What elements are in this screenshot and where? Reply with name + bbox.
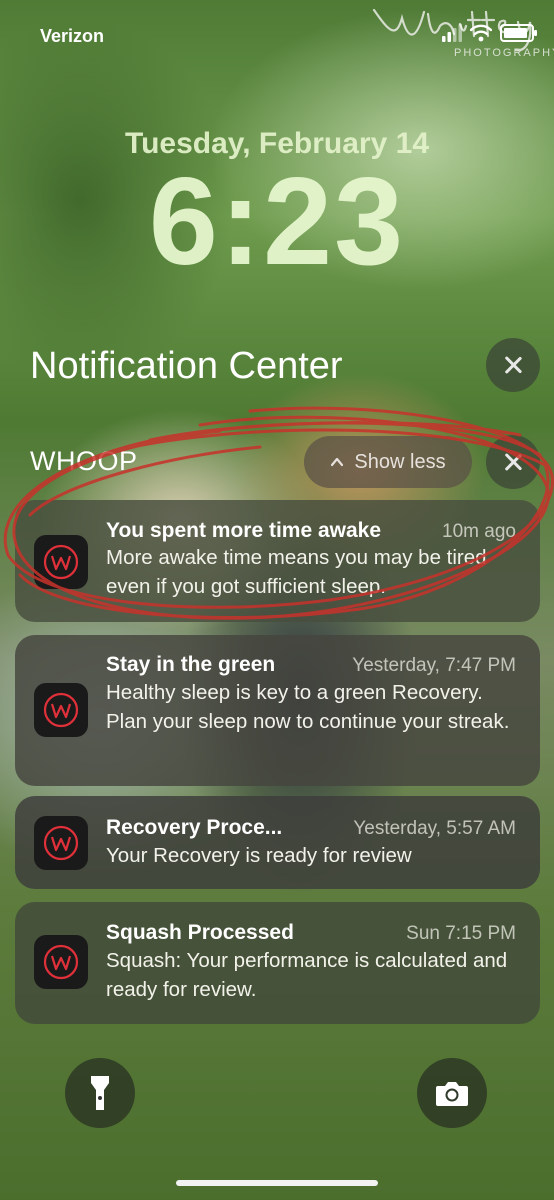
notification-title: You spent more time awake [106,519,382,542]
notification-center-title: Notification Center [30,345,343,387]
notification-time: Sun 7:15 PM [406,923,516,944]
camera-icon [436,1082,468,1106]
notification-card[interactable]: Squash Processed Sun 7:15 PM Squash: You… [15,902,540,1024]
wifi-icon [470,24,492,42]
notification-time: Yesterday, 5:57 AM [353,818,516,839]
notification-body: Squash: Your performance is calculated a… [106,949,508,1001]
notification-body: Healthy sleep is key to a green Recovery… [106,681,510,733]
show-less-label: Show less [354,450,446,473]
notification-time: Yesterday, 7:47 PM [352,655,516,676]
notification-title: Recovery Proce... [106,816,283,839]
whoop-app-icon [34,683,88,737]
close-icon [504,356,522,374]
show-less-button[interactable]: Show less [304,436,472,488]
whoop-app-icon [34,935,88,989]
clear-group-button[interactable] [486,435,540,489]
whoop-app-icon [34,816,88,870]
notification-time: 10m ago [442,521,516,542]
notification-card[interactable]: Recovery Proce... Yesterday, 5:57 AM You… [15,796,540,889]
signal-icon [442,24,462,42]
carrier-label: Verizon [40,26,105,46]
flashlight-button[interactable] [65,1058,135,1128]
svg-text:PHOTOGRAPHY: PHOTOGRAPHY [454,47,554,59]
lock-time: 6:23 [148,153,406,291]
flashlight-icon [91,1076,109,1110]
close-icon [504,453,522,471]
battery-icon [500,24,537,42]
notification-title: Stay in the green [106,653,276,676]
notification-body: More awake time means you may be tired e… [106,546,487,598]
home-indicator[interactable] [176,1180,378,1186]
notification-card[interactable]: Stay in the green Yesterday, 7:47 PM Hea… [15,635,540,786]
whoop-app-icon [34,535,88,589]
notification-body: Your Recovery is ready for review [106,844,412,867]
chevron-up-icon [331,457,344,467]
notification-title: Squash Processed [106,921,294,944]
battery-level [504,28,528,38]
camera-button[interactable] [417,1058,487,1128]
status-icons [442,24,537,42]
notification-card[interactable]: You spent more time awake 10m ago More a… [15,500,540,622]
clear-all-button[interactable] [486,338,540,392]
app-group-name: WHOOP [30,446,138,476]
